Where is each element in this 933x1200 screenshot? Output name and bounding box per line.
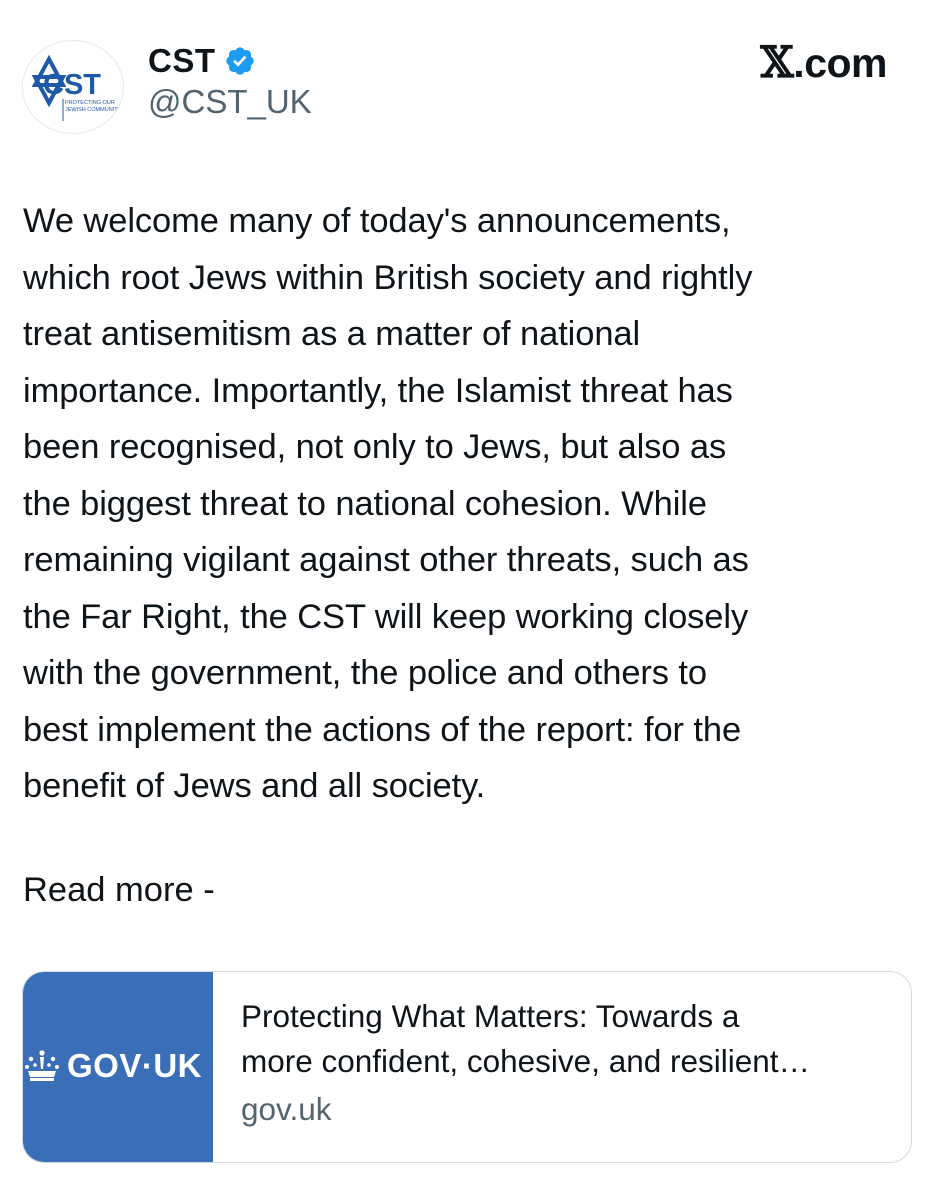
cst-logo-icon: CST PROTECTING OUR JEWISH COMMUNITY	[31, 54, 122, 121]
tweet-line: the Far Right, the CST will keep working…	[23, 597, 749, 636]
author-name-row[interactable]: CST	[148, 42, 256, 80]
tweet-line: best implement the actions of the report…	[23, 710, 742, 749]
govuk-logo-text: GOV·UK	[67, 1047, 202, 1084]
author-avatar[interactable]: CST PROTECTING OUR JEWISH COMMUNITY	[22, 40, 124, 134]
card-thumbnail: GOV·UK	[23, 972, 213, 1162]
tweet-line: with the government, the police and othe…	[23, 654, 708, 692]
author-display-name[interactable]: CST	[148, 42, 216, 80]
avatar-logo-text: CST	[43, 69, 101, 101]
card-title-line: Protecting What Matters: Towards a	[241, 998, 740, 1034]
source-suffix: .com	[793, 40, 887, 86]
tweet-line: importance. Importantly, the Islamist th…	[23, 371, 733, 410]
link-preview-card[interactable]: GOV·UK Protecting What Matters: Towards …	[22, 971, 912, 1163]
tweet-line: been recognised, not only to Jews, but a…	[23, 428, 727, 466]
card-title[interactable]: Protecting What Matters: Towards a more …	[241, 994, 891, 1084]
card-body[interactable]: Protecting What Matters: Towards a more …	[241, 994, 891, 1130]
tweet-line: the biggest threat to national cohesion.…	[23, 484, 707, 523]
crown-icon	[23, 1047, 61, 1085]
tweet-text: We welcome many of today's announcements…	[23, 193, 915, 815]
source-label: 𝕏.com	[760, 40, 887, 86]
govuk-logo: GOV·UK	[23, 1044, 202, 1088]
tweet-line: treat antisemitism as a matter of nation…	[23, 315, 641, 353]
avatar-tagline-1: PROTECTING OUR	[65, 100, 115, 106]
author-handle[interactable]: @CST_UK	[148, 82, 312, 122]
x-logo-icon: 𝕏	[760, 38, 794, 88]
tweet-line: remaining vigilant against other threats…	[23, 541, 749, 579]
card-title-line: more confident, cohesive, and resilient…	[241, 1043, 811, 1079]
tweet-line: benefit of Jews and all society.	[23, 767, 486, 805]
tweet-line: We welcome many of today's announcements…	[23, 202, 731, 240]
avatar-tagline-2: JEWISH COMMUNITY	[65, 107, 122, 113]
read-more-text: Read more -	[23, 871, 215, 909]
verified-badge-icon	[224, 45, 256, 77]
card-domain: gov.uk	[241, 1091, 332, 1127]
tweet-line: which root Jews within British society a…	[23, 258, 753, 297]
